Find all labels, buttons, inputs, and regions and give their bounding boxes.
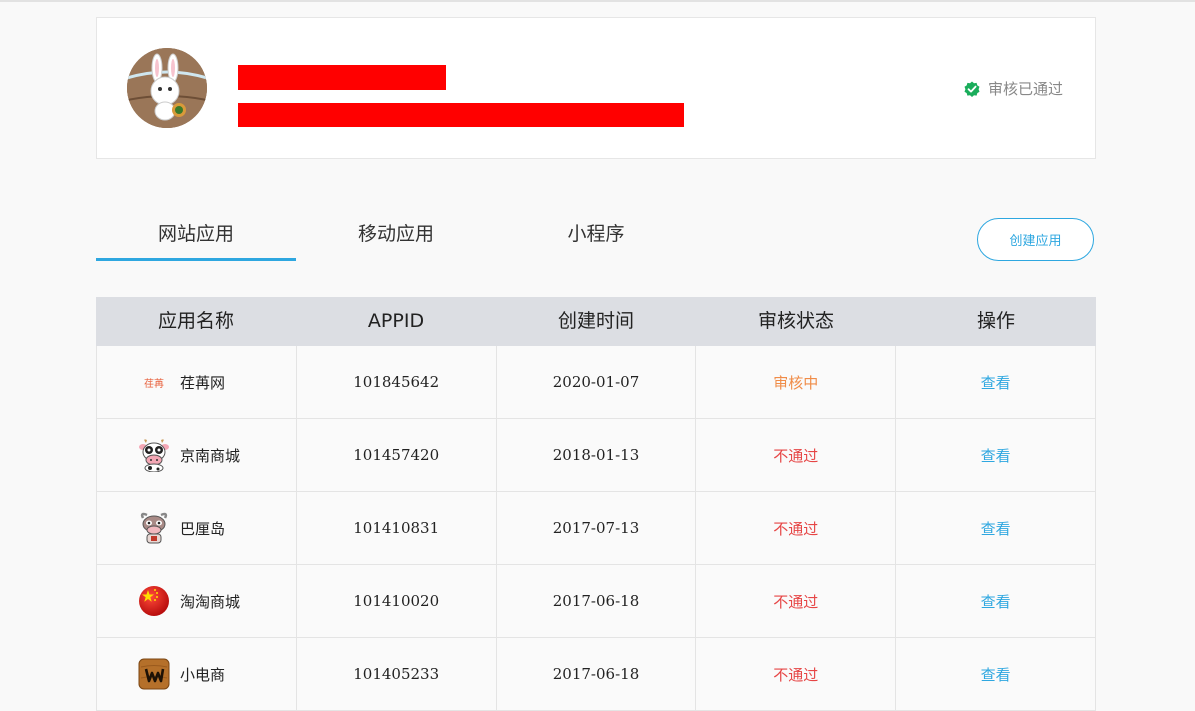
- app-name: 荏苒网: [180, 373, 226, 392]
- view-link[interactable]: 查看: [981, 372, 1011, 393]
- status-cell: 不通过: [696, 565, 897, 637]
- appid-cell: 101845642: [297, 346, 497, 418]
- header-appid: APPID: [367, 310, 425, 332]
- app-name-cell: 京南商城: [97, 419, 297, 491]
- bull-icon: [137, 511, 171, 545]
- china-flag-icon: [137, 584, 171, 618]
- action-cell: 查看: [896, 346, 1096, 418]
- status-badge: 不通过: [773, 519, 819, 538]
- avatar[interactable]: [127, 48, 207, 128]
- redacted-account-info: [238, 103, 684, 127]
- status-badge: 不通过: [773, 665, 819, 684]
- app-name: 小电商: [180, 665, 226, 684]
- appid-cell: 101410831: [297, 492, 497, 564]
- status-cell: 不通过: [696, 492, 897, 564]
- app-name-group: 巴厘岛: [137, 511, 225, 545]
- rabbit-avatar-icon: [127, 48, 207, 128]
- table-row: 荏苒 荏苒网 101845642 2020-01-07 审核中 查看: [96, 346, 1096, 419]
- profile-card: 审核已通过: [96, 17, 1096, 159]
- bull-icon-graphic: [140, 512, 168, 544]
- app-name-cell: 小电商: [97, 638, 297, 710]
- created-date-cell: 2017-06-18: [497, 565, 697, 637]
- app-name-group: 淘淘商城: [137, 584, 240, 618]
- create-app-button[interactable]: 创建应用: [977, 218, 1094, 261]
- app-name-group: 小电商: [137, 657, 225, 691]
- tab-mobile-apps[interactable]: 移动应用: [296, 206, 496, 258]
- table-row: 巴厘岛 101410831 2017-07-13 不通过 查看: [96, 492, 1096, 565]
- wood-w-icon-graphic: [138, 658, 170, 690]
- table-header: 应用名称 APPID 创建时间 审核状态 操作: [96, 297, 1096, 346]
- wood-w-icon: [137, 657, 171, 691]
- action-cell: 查看: [896, 638, 1096, 710]
- view-link[interactable]: 查看: [981, 664, 1011, 685]
- verified-label: 审核已通过: [987, 80, 1063, 98]
- table-row: 淘淘商城 101410020 2017-06-18 不通过 查看: [96, 565, 1096, 638]
- header-review-status: 审核状态: [757, 310, 834, 332]
- header-app-name: 应用名称: [157, 310, 234, 332]
- status-badge: 不通过: [773, 446, 819, 465]
- cow-icon: [137, 438, 171, 472]
- app-name-cell: 巴厘岛: [97, 492, 297, 564]
- table-row: 小电商 101405233 2017-06-18 不通过 查看: [96, 638, 1096, 711]
- status-cell: 审核中: [696, 346, 897, 418]
- created-date-cell: 2017-07-13: [497, 492, 697, 564]
- verification-status: 审核已通过: [964, 78, 1063, 99]
- text-logo: 荏苒: [144, 378, 164, 390]
- action-cell: 查看: [896, 565, 1096, 637]
- app-name-cell: 荏苒 荏苒网: [97, 346, 297, 418]
- app-name-group: 荏苒 荏苒网: [137, 365, 225, 399]
- app-type-tabs: 网站应用 移动应用 小程序: [96, 206, 896, 262]
- app-name: 巴厘岛: [180, 519, 226, 538]
- cow-icon-graphic: [139, 439, 169, 472]
- view-link[interactable]: 查看: [981, 445, 1011, 466]
- created-date-cell: 2020-01-07: [497, 346, 697, 418]
- view-link[interactable]: 查看: [981, 518, 1011, 539]
- top-divider: [0, 0, 1195, 2]
- created-date-cell: 2017-06-18: [497, 638, 697, 710]
- status-cell: 不通过: [696, 638, 897, 710]
- header-created-time: 创建时间: [557, 310, 634, 332]
- action-cell: 查看: [896, 492, 1096, 564]
- verified-check-icon: [964, 81, 980, 97]
- tab-website-apps[interactable]: 网站应用: [96, 206, 296, 261]
- header-actions: 操作: [976, 310, 1015, 332]
- china-flag-icon-graphic: [139, 586, 169, 616]
- appid-cell: 101457420: [297, 419, 497, 491]
- apps-table: 应用名称 APPID 创建时间 审核状态 操作 荏苒 荏苒网 101845642…: [96, 297, 1096, 711]
- tab-mini-programs[interactable]: 小程序: [496, 206, 696, 258]
- action-cell: 查看: [896, 419, 1096, 491]
- app-name: 京南商城: [180, 446, 241, 465]
- app-name: 淘淘商城: [180, 592, 241, 611]
- app-name-group: 京南商城: [137, 438, 240, 472]
- status-cell: 不通过: [696, 419, 897, 491]
- created-date-cell: 2018-01-13: [497, 419, 697, 491]
- table-row: 京南商城 101457420 2018-01-13 不通过 查看: [96, 419, 1096, 492]
- text-logo-icon: 荏苒: [137, 365, 171, 399]
- redacted-username: [238, 65, 446, 90]
- status-badge: 审核中: [773, 373, 819, 392]
- status-badge: 不通过: [773, 592, 819, 611]
- view-link[interactable]: 查看: [981, 591, 1011, 612]
- appid-cell: 101405233: [297, 638, 497, 710]
- appid-cell: 101410020: [297, 565, 497, 637]
- app-name-cell: 淘淘商城: [97, 565, 297, 637]
